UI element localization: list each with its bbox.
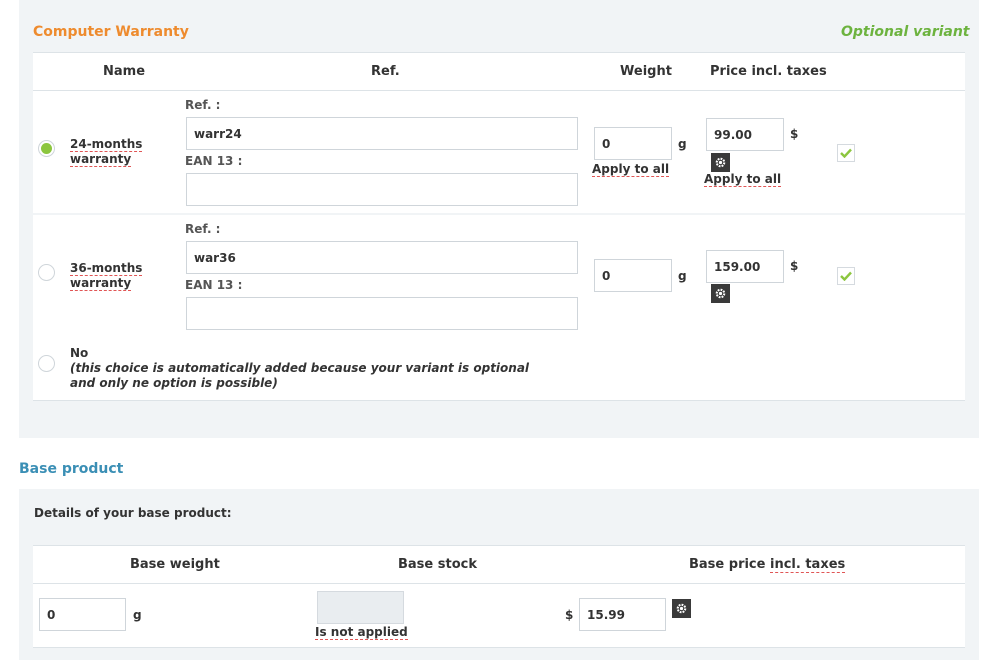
option-name-36: 36-months warranty (70, 261, 143, 291)
ref-input-36[interactable]: war36 (186, 241, 578, 274)
radio-24-months[interactable] (38, 140, 55, 157)
option-name-24-line2: warranty (70, 152, 132, 167)
col-base-weight: Base weight (130, 557, 220, 572)
base-row (33, 584, 965, 648)
optional-variant-tag: Optional variant (841, 24, 970, 40)
weight-input-36[interactable]: 0 (594, 259, 672, 292)
base-stock-input-disabled (317, 591, 404, 624)
enable-checkbox-24[interactable] (837, 144, 855, 162)
apply-weight-link[interactable]: Apply to all (592, 162, 670, 177)
col-price: Price incl. taxes (710, 64, 827, 79)
option-name-24: 24-months warranty (70, 137, 143, 167)
ean-label-24: EAN 13 : (185, 154, 243, 168)
base-stock-note: Is not applied (315, 625, 408, 640)
base-weight-input[interactable]: 0 (39, 598, 126, 631)
radio-36-months[interactable] (38, 264, 55, 281)
weight-input-24[interactable]: 0 (594, 127, 672, 160)
price-input-36[interactable]: 159.00 (706, 250, 784, 283)
option-name-24-line1: 24-months (70, 137, 143, 152)
no-option-label: No (70, 346, 89, 360)
weight-unit-36: g (678, 269, 687, 283)
apply-price-link[interactable]: Apply to all (704, 172, 782, 187)
col-ref: Ref. (371, 64, 400, 79)
base-details-text: Details of your base product: (34, 506, 232, 520)
enable-checkbox-36[interactable] (837, 267, 855, 285)
ref-label-24: Ref. : (185, 98, 221, 112)
col-name: Name (103, 64, 146, 79)
option-name-36-line2: warranty (70, 276, 132, 291)
variant-table-header: Name Ref. Weight Price incl. taxes (33, 52, 965, 91)
currency-36: $ (790, 259, 799, 273)
incl-taxes-tooltip[interactable]: incl. taxes (770, 557, 846, 573)
gear-icon[interactable] (672, 599, 691, 618)
base-currency: $ (565, 608, 574, 622)
ean-input-36[interactable] (186, 297, 578, 330)
ref-input-24[interactable]: warr24 (186, 117, 578, 150)
col-base-stock: Base stock (398, 557, 477, 572)
price-input-24[interactable]: 99.00 (706, 118, 784, 151)
gear-icon[interactable] (711, 284, 730, 303)
ref-label-36: Ref. : (185, 222, 221, 236)
ean-label-36: EAN 13 : (185, 278, 243, 292)
radio-no[interactable] (38, 355, 55, 372)
variant-title: Computer Warranty (33, 24, 189, 40)
gear-icon[interactable] (711, 153, 730, 172)
ean-input-24[interactable] (186, 173, 578, 206)
base-product-title: Base product (19, 461, 124, 477)
col-weight: Weight (620, 64, 672, 79)
no-option-note: (this choice is automatically added beca… (70, 361, 530, 390)
base-table-header: Base weight Base stock Base price incl. … (33, 545, 965, 584)
currency-24: $ (790, 127, 799, 141)
base-price-input[interactable]: 15.99 (579, 598, 666, 631)
weight-unit-24: g (678, 137, 687, 151)
base-weight-unit: g (133, 608, 142, 622)
col-base-price: Base price incl. taxes (689, 557, 846, 573)
option-name-36-line1: 36-months (70, 261, 143, 276)
